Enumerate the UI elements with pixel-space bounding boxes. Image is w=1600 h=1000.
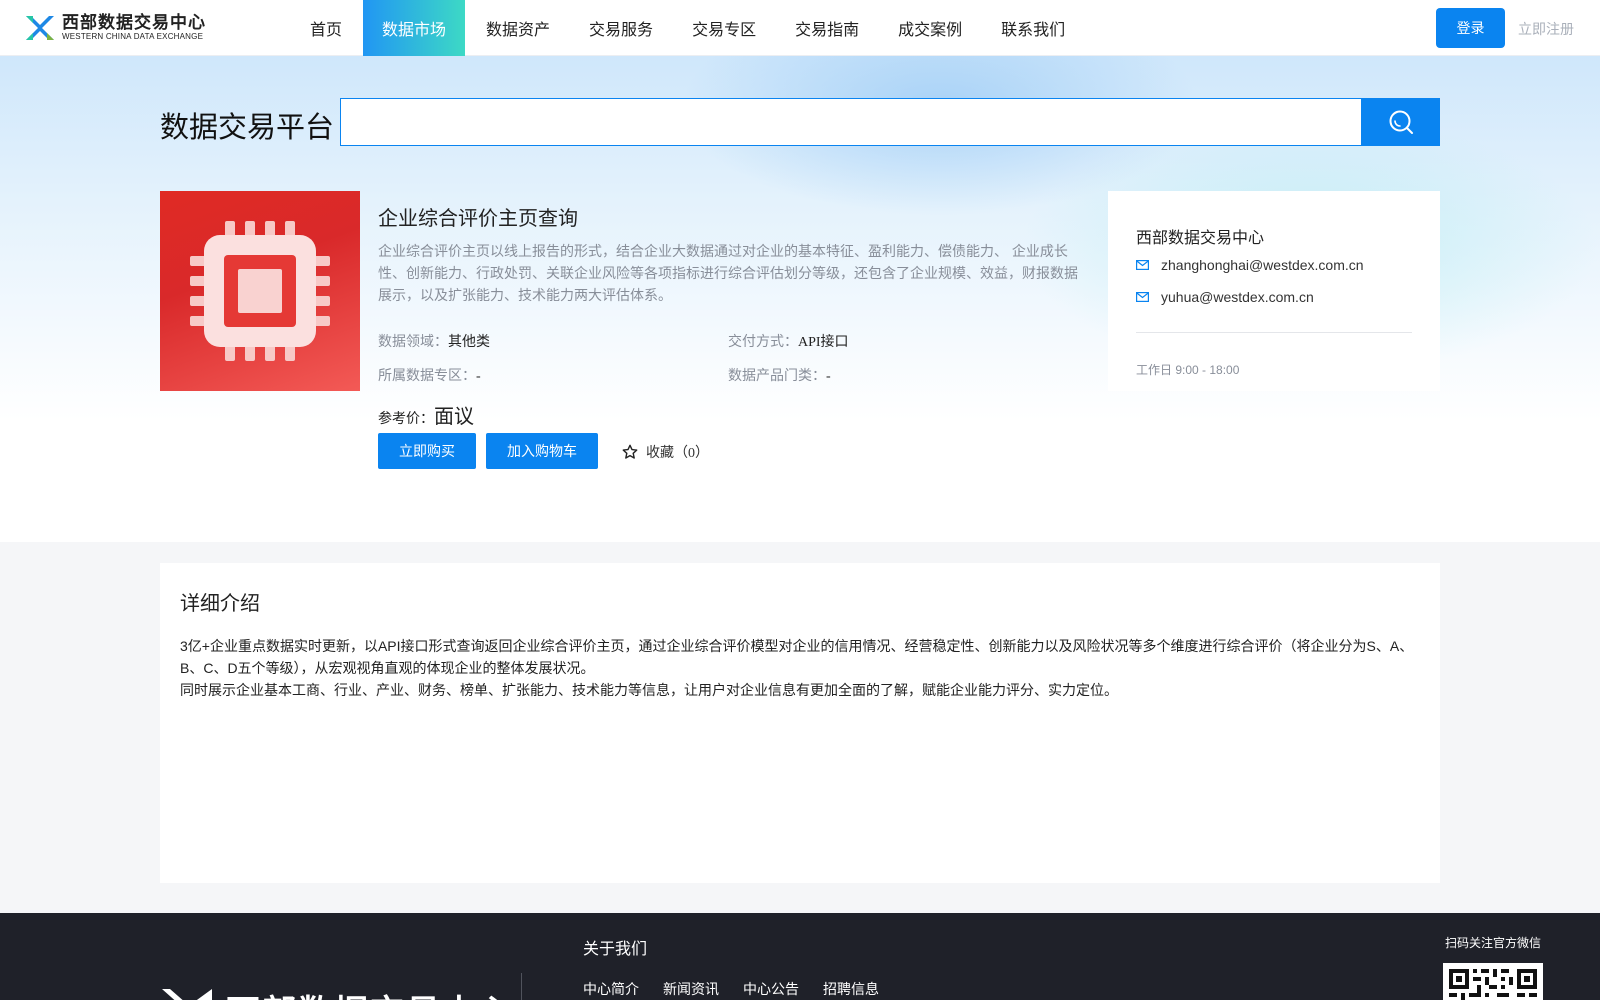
product-description: 企业综合评价主页以线上报告的形式，结合企业大数据通过对企业的基本特征、盈利能力、… [378, 243, 1078, 303]
star-icon [622, 444, 638, 459]
email-text: zhanghonghai@westdex.com.cn [1161, 257, 1364, 273]
logo-icon [26, 16, 54, 40]
search-button[interactable] [1361, 98, 1440, 146]
favorite-button[interactable]: 收藏（0） [622, 442, 709, 462]
favorite-label: 收藏（0） [646, 446, 709, 461]
nav-trade-zone[interactable]: 交易专区 [674, 0, 774, 56]
contact-email-2[interactable]: yuhua@westdex.com.cn [1136, 289, 1314, 305]
search-icon [1389, 110, 1413, 134]
chip-icon [190, 221, 330, 361]
email-text: yuhua@westdex.com.cn [1161, 289, 1314, 305]
nav-trade-services[interactable]: 交易服务 [571, 0, 671, 56]
contact-title: 西部数据交易中心 [1136, 230, 1265, 247]
platform-title: 数据交易平台 [160, 112, 335, 144]
nav-home[interactable]: 首页 [292, 0, 360, 56]
detail-body: 3亿+企业重点数据实时更新，以API接口形式查询返回企业综合评价主页，通过企业综… [180, 635, 1425, 701]
meta-label: 数据产品门类： [728, 367, 826, 383]
wechat-qr-code [1443, 963, 1543, 1000]
qr-code-icon [1449, 969, 1537, 1000]
qr-label: 扫码关注官方微信 [1445, 936, 1542, 950]
meta-label: 所属数据专区： [378, 367, 476, 383]
mail-icon [1136, 292, 1149, 302]
meta-label: 交付方式： [728, 333, 798, 349]
price-value: 面议 [434, 406, 474, 428]
footer-divider [521, 973, 522, 1000]
logo-cn-text: 西部数据交易中心 [62, 13, 206, 32]
product-title: 企业综合评价主页查询 [378, 208, 578, 230]
footer-logo-text: 西部数据交易中心 [226, 985, 514, 1000]
footer-about-title: 关于我们 [583, 941, 648, 958]
meta-label: 数据领域： [378, 333, 448, 349]
meta-data-domain: 数据领域：其他类 [378, 331, 490, 351]
nav-trade-guide[interactable]: 交易指南 [777, 0, 877, 56]
nav-data-market[interactable]: 数据市场 [363, 0, 466, 56]
contact-divider [1136, 332, 1412, 333]
main-nav: 首页 数据市场 数据资产 交易服务 交易专区 交易指南 成交案例 联系我们 [292, 0, 1086, 56]
footer-link-intro[interactable]: 中心简介 [583, 979, 639, 999]
add-to-cart-button[interactable]: 加入购物车 [486, 433, 598, 469]
reference-price: 参考价： 面议 [378, 400, 474, 429]
price-label: 参考价： [378, 410, 434, 426]
detail-title: 详细介绍 [180, 593, 260, 615]
product-image [160, 191, 360, 391]
meta-value: API接口 [798, 335, 849, 350]
contact-card: 西部数据交易中心 zhanghonghai@westdex.com.cn yuh… [1108, 191, 1440, 391]
logo-en-text: WESTERN CHINA DATA EXCHANGE [62, 32, 204, 41]
buy-now-button[interactable]: 立即购买 [378, 433, 476, 469]
meta-value: - [826, 369, 831, 384]
mail-icon [1136, 260, 1149, 270]
nav-deal-cases[interactable]: 成交案例 [880, 0, 980, 56]
meta-value: 其他类 [448, 335, 490, 350]
search-input[interactable] [340, 98, 1362, 146]
site-footer: 西部数据交易中心 关于我们 中心简介 新闻资讯 中心公告 招聘信息 扫码关注官方… [0, 913, 1600, 1000]
footer-links: 中心简介 新闻资讯 中心公告 招聘信息 [583, 979, 903, 999]
detail-section: 详细介绍 3亿+企业重点数据实时更新，以API接口形式查询返回企业综合评价主页，… [160, 563, 1440, 883]
meta-data-zone: 所属数据专区：- [378, 365, 481, 385]
logo-icon [162, 989, 212, 1000]
nav-contact-us[interactable]: 联系我们 [983, 0, 1083, 56]
footer-link-notices[interactable]: 中心公告 [743, 979, 799, 999]
footer-logo[interactable]: 西部数据交易中心 [160, 985, 514, 1000]
meta-value: - [476, 369, 481, 384]
footer-link-news[interactable]: 新闻资讯 [663, 979, 719, 999]
top-header: 西部数据交易中心 WESTERN CHINA DATA EXCHANGE 首页 … [0, 0, 1600, 56]
meta-delivery-method: 交付方式：API接口 [728, 331, 849, 351]
meta-product-category: 数据产品门类：- [728, 365, 831, 385]
footer-link-jobs[interactable]: 招聘信息 [823, 979, 879, 999]
nav-data-assets[interactable]: 数据资产 [468, 0, 568, 56]
login-button[interactable]: 登录 [1436, 8, 1505, 48]
detail-paragraph: 3亿+企业重点数据实时更新，以API接口形式查询返回企业综合评价主页，通过企业综… [180, 638, 1414, 676]
register-link[interactable]: 立即注册 [1518, 19, 1574, 39]
working-hours: 工作日 9:00 - 18:00 [1136, 363, 1240, 377]
detail-paragraph: 同时展示企业基本工商、行业、产业、财务、榜单、扩张能力、技术能力等信息，让用户对… [180, 682, 1118, 698]
contact-email-1[interactable]: zhanghonghai@westdex.com.cn [1136, 257, 1364, 273]
site-logo[interactable]: 西部数据交易中心 WESTERN CHINA DATA EXCHANGE [24, 12, 206, 44]
